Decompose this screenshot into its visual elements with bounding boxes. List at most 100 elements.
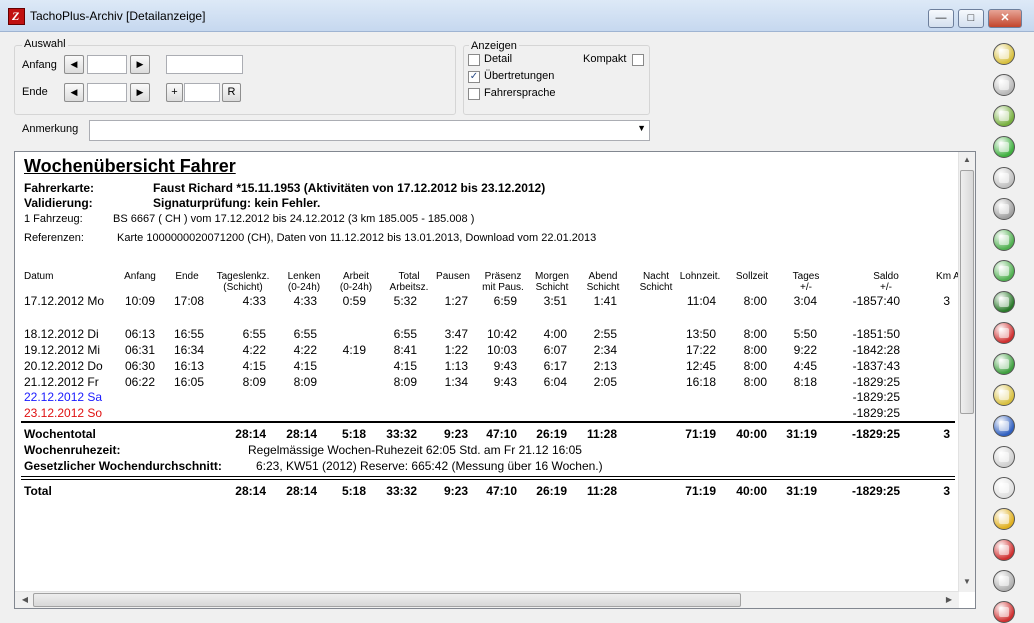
anfang-prev-button[interactable]: ◀ [64, 55, 84, 74]
table-cell-ende: 16:34 [173, 343, 204, 357]
total-lenken: 28:14 [286, 484, 317, 498]
save-icon[interactable] [993, 570, 1015, 592]
no-entry-icon[interactable] [993, 477, 1015, 499]
table-row-date: 21.12.2012 Fr [24, 375, 99, 389]
table-cell-sollzeit: 8:00 [743, 343, 767, 357]
ende-date-input[interactable] [87, 83, 127, 102]
reset-button[interactable]: R [222, 83, 241, 102]
table-cell-sollzeit: 8:00 [743, 359, 767, 373]
export-icon[interactable] [993, 105, 1015, 127]
table-cell-lohnzeit: 13:50 [685, 327, 716, 341]
scroll-right-icon[interactable]: ▶ [941, 595, 957, 604]
uebertretungen-label: Übertretungen [484, 70, 555, 82]
validierung-value: Signaturprüfung: kein Fehler. [153, 196, 321, 210]
wochentotal-arbeit: 5:18 [341, 427, 366, 441]
maximize-button[interactable]: □ [958, 9, 984, 28]
table-cell-tageslenkz: 4:15 [242, 359, 266, 373]
close-button[interactable]: ✕ [988, 9, 1022, 28]
anfang-value-input[interactable] [166, 55, 243, 74]
table-cell-saldo: -1837:43 [852, 359, 900, 373]
scroll-down-icon[interactable]: ▼ [959, 577, 975, 586]
truck-icon[interactable] [993, 291, 1015, 313]
recycle-icon[interactable] [993, 353, 1015, 375]
check-icon[interactable] [993, 136, 1015, 158]
uebertretungen-checkbox[interactable]: ✓ [468, 71, 480, 83]
out-icon[interactable] [993, 446, 1015, 468]
wochentotal-morgen: 26:19 [536, 427, 567, 441]
flag-icon[interactable] [993, 415, 1015, 437]
wochentotal-abend: 11:28 [586, 427, 617, 441]
horizontal-scroll-thumb[interactable] [33, 593, 741, 607]
pdf-icon[interactable] [993, 198, 1015, 220]
total-tages: 31:19 [786, 484, 817, 498]
scroll-up-icon[interactable]: ▲ [959, 155, 975, 164]
table-cell-lohnzeit: 12:45 [685, 359, 716, 373]
column-header-datum: Datum [24, 271, 54, 282]
vertical-scrollbar[interactable]: ▲ ▼ [958, 152, 975, 592]
wochentotal-lohnzeit: 71:19 [685, 427, 716, 441]
anfang-date-input[interactable] [87, 55, 127, 74]
table-cell-lenken: 8:09 [293, 375, 317, 389]
table-cell-pausen: 1:13 [444, 359, 468, 373]
delete-icon[interactable] [993, 539, 1015, 561]
scroll-left-icon[interactable]: ◀ [17, 595, 33, 604]
divider [21, 421, 955, 423]
detail-checkbox[interactable] [468, 54, 480, 66]
kompakt-checkbox[interactable] [632, 54, 644, 66]
table-cell-lenken: 4:33 [293, 294, 317, 308]
table-cell-pausen: 1:27 [444, 294, 468, 308]
table-cell-abend: 2:34 [593, 343, 617, 357]
total-sollzeit: 40:00 [736, 484, 767, 498]
table-cell-anfang: 10:09 [124, 294, 155, 308]
table-cell-lenken: 4:15 [293, 359, 317, 373]
open-archive-icon[interactable] [993, 43, 1015, 65]
total-total: 33:32 [386, 484, 417, 498]
ende-next-button[interactable]: ▶ [130, 83, 150, 102]
list-icon[interactable] [993, 74, 1015, 96]
wochentotal-km: 3 [943, 427, 950, 441]
ende-label: Ende [22, 86, 48, 98]
ende-value-input[interactable] [184, 83, 220, 102]
zoom-in-icon[interactable] [993, 229, 1015, 251]
anzeigen-legend: Anzeigen [469, 40, 519, 52]
minimize-button[interactable]: — [928, 9, 954, 28]
table-cell-anfang: 06:13 [124, 327, 155, 341]
wochenruhezeit-value: Regelmässige Wochen-Ruhezeit 62:05 Std. … [248, 443, 582, 457]
table-cell-pausen: 3:47 [444, 327, 468, 341]
stop-icon[interactable] [993, 322, 1015, 344]
note-icon[interactable] [993, 384, 1015, 406]
anmerkung-label: Anmerkung [22, 123, 79, 135]
wochentotal-total: 33:32 [386, 427, 417, 441]
power-icon[interactable] [993, 601, 1015, 623]
table-cell-arbeit: 4:19 [342, 343, 366, 357]
total-arbeit: 5:18 [341, 484, 366, 498]
fahrersprache-label: Fahrersprache [484, 87, 556, 99]
vertical-scroll-thumb[interactable] [960, 170, 974, 414]
zoom-out-icon[interactable] [993, 260, 1015, 282]
anfang-next-button[interactable]: ▶ [130, 55, 150, 74]
table-cell-lohnzeit: 16:18 [685, 375, 716, 389]
table-cell-arbeit: 0:59 [342, 294, 366, 308]
print-icon[interactable] [993, 167, 1015, 189]
window-title: TachoPlus-Archiv [Detailanzeige] [30, 9, 206, 23]
fahrzeug-value: BS 6667 ( CH ) vom 17.12.2012 bis 24.12.… [113, 213, 475, 225]
anmerkung-combo[interactable]: ▼ [89, 120, 650, 141]
ende-prev-button[interactable]: ◀ [64, 83, 84, 102]
table-cell-sollzeit: 8:00 [743, 375, 767, 389]
table-cell-total: 8:41 [393, 343, 417, 357]
fahrersprache-checkbox[interactable] [468, 88, 480, 100]
next-icon[interactable] [993, 508, 1015, 530]
wochenruhezeit-label: Wochenruhezeit: [24, 443, 121, 457]
total-lohnzeit: 71:19 [685, 484, 716, 498]
column-header-saldo: Saldo +/- [873, 271, 899, 293]
report-view[interactable]: Wochenübersicht Fahrer Fahrerkarte: Faus… [14, 151, 976, 609]
table-cell-anfang: 06:31 [124, 343, 155, 357]
chevron-down-icon[interactable]: ▼ [637, 123, 646, 133]
table-cell-tageslenkz: 4:33 [242, 294, 266, 308]
table-cell-sollzeit: 8:00 [743, 327, 767, 341]
table-cell-total: 5:32 [393, 294, 417, 308]
plus-button[interactable]: + [166, 83, 183, 102]
horizontal-scrollbar[interactable]: ◀ ▶ [15, 591, 959, 608]
table-cell-saldo: -1857:40 [852, 294, 900, 308]
durchschnitt-value: 6:23, KW51 (2012) Reserve: 665:42 (Messu… [256, 459, 603, 473]
